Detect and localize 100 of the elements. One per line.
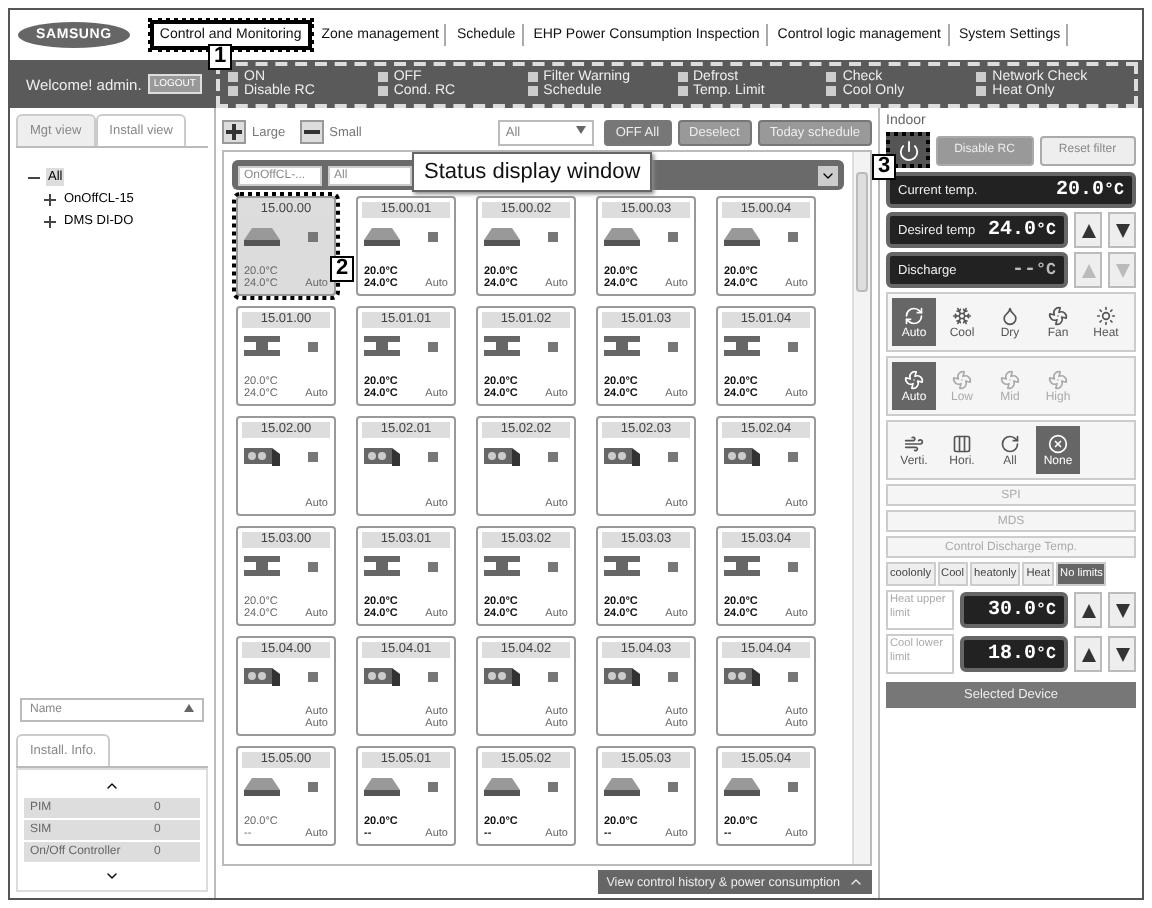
status-square-icon: [548, 451, 558, 461]
cycle-icon: [904, 305, 924, 325]
rotate-icon: [1000, 433, 1020, 453]
status-square-icon: [377, 72, 388, 82]
ceiling-cassette-icon: [484, 225, 520, 247]
down-triangle-icon: [1115, 263, 1129, 277]
box-unit-icon: [364, 446, 400, 466]
dropdown-button[interactable]: [818, 165, 838, 185]
status-square-icon: [548, 781, 558, 791]
box-unit-icon: [604, 666, 640, 686]
status-square-icon: [428, 671, 438, 681]
status-square-icon: [548, 561, 558, 571]
status-square-icon: [788, 561, 798, 571]
status-square-icon: [826, 86, 837, 96]
box-unit-icon: [484, 446, 520, 466]
status-square-icon: [308, 561, 318, 571]
down-triangle-icon: [1115, 603, 1129, 617]
duct-unit-icon: [484, 336, 520, 356]
plus-icon: [226, 124, 242, 140]
status-square-icon: [668, 231, 678, 241]
status-square-icon: [308, 341, 318, 351]
status-square-icon: [377, 86, 388, 96]
status-square-icon: [428, 341, 438, 351]
caret-up-icon: [184, 704, 194, 712]
minus-icon[interactable]: [28, 171, 40, 183]
small-button[interactable]: [299, 120, 324, 144]
callout-bubble: Status display window: [412, 152, 653, 192]
status-square-icon: [677, 72, 687, 82]
status-square-icon: [788, 231, 798, 241]
status-square-icon: [788, 451, 798, 461]
chevron-up-icon: [848, 874, 864, 890]
box-unit-icon: [244, 666, 280, 686]
status-square-icon: [308, 671, 318, 681]
fan-icon: [1048, 369, 1068, 389]
duct-unit-icon: [244, 556, 280, 576]
droplet-icon: [1000, 305, 1020, 325]
box-unit-icon: [724, 446, 760, 466]
decrease-button[interactable]: [1108, 636, 1136, 672]
box-unit-icon: [484, 666, 520, 686]
decrease-button[interactable]: [1108, 592, 1136, 628]
ceiling-cassette-icon: [724, 225, 760, 247]
increase-button[interactable]: [1074, 636, 1102, 672]
up-triangle-icon: [1081, 647, 1095, 661]
wind-icon: [904, 433, 924, 453]
duct-unit-icon: [244, 336, 280, 356]
display-value: --°C: [1011, 259, 1056, 281]
callout-number: 3: [872, 154, 897, 180]
status-square-icon: [788, 341, 798, 351]
down-triangle-icon: [1115, 647, 1129, 661]
status-square-icon: [428, 781, 438, 791]
increase-button[interactable]: [1074, 212, 1102, 248]
status-square-icon: [668, 561, 678, 571]
plus-icon[interactable]: [44, 215, 56, 227]
ceiling-cassette-icon: [244, 225, 280, 247]
fan-icon: [1000, 369, 1020, 389]
status-square-icon: [548, 671, 558, 681]
callout-number: 2: [330, 256, 355, 282]
status-square-icon: [668, 671, 678, 681]
duct-unit-icon: [724, 556, 760, 576]
snowflake-icon: [952, 305, 972, 325]
status-square-icon: [428, 561, 438, 571]
status-square-icon: [677, 86, 687, 96]
power-icon: [897, 139, 919, 161]
status-square-icon: [308, 231, 318, 241]
status-square-icon: [428, 451, 438, 461]
status-square-icon: [527, 72, 538, 82]
up-triangle-icon: [1081, 603, 1095, 617]
callout-number: 1: [208, 44, 233, 70]
power-button[interactable]: [886, 132, 930, 168]
status-square-icon: [428, 231, 438, 241]
status-square-icon: [527, 86, 538, 96]
decrease-button[interactable]: [1108, 212, 1136, 248]
status-square-icon: [976, 72, 987, 82]
ceiling-cassette-icon: [724, 775, 760, 797]
scrollbar[interactable]: [852, 152, 870, 864]
down-triangle-icon: [1115, 223, 1129, 237]
caret-down-icon: [575, 125, 586, 133]
display-value: 30.0°C: [987, 599, 1056, 621]
status-square-icon: [228, 72, 238, 82]
ceiling-cassette-icon: [364, 775, 400, 797]
duct-unit-icon: [604, 336, 640, 356]
increase-button[interactable]: [1074, 592, 1102, 628]
status-square-icon: [826, 72, 837, 82]
ceiling-cassette-icon: [364, 225, 400, 247]
display-value: 20.0°C: [1055, 179, 1124, 201]
status-square-icon: [976, 86, 987, 96]
status-square-icon: [228, 86, 238, 96]
up-triangle-icon: [1081, 263, 1095, 277]
plus-icon[interactable]: [44, 193, 56, 205]
fan-icon: [952, 369, 972, 389]
ceiling-cassette-icon: [604, 775, 640, 797]
up-triangle-icon: [1081, 223, 1095, 237]
box-unit-icon: [244, 446, 280, 466]
columns-icon: [952, 433, 972, 453]
display-value: 18.0°C: [987, 643, 1056, 665]
status-square-icon: [788, 781, 798, 791]
sun-icon: [1096, 305, 1116, 325]
large-button[interactable]: [222, 120, 246, 144]
box-unit-icon: [364, 666, 400, 686]
fan-icon: [904, 369, 924, 389]
